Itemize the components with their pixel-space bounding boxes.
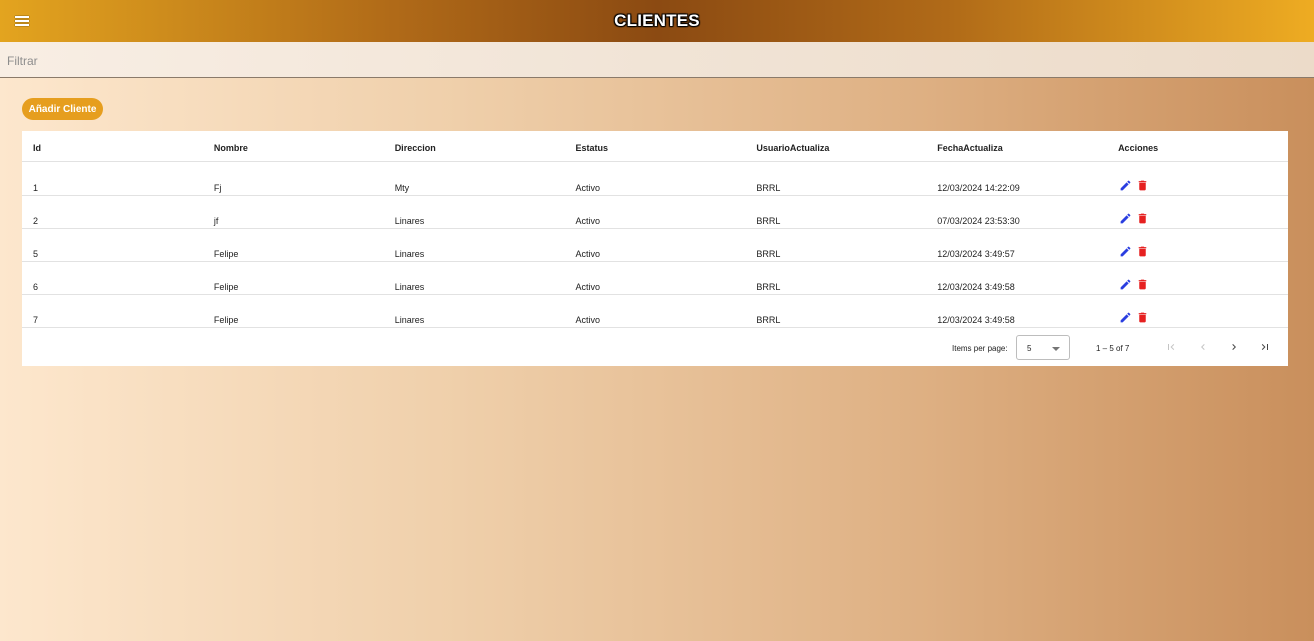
edit-icon[interactable]	[1118, 244, 1132, 258]
clients-table: Id Nombre Direccion Estatus UsuarioActua…	[22, 131, 1288, 328]
cell-id: 6	[22, 261, 203, 295]
filter-input[interactable]	[0, 42, 1314, 79]
delete-icon[interactable]	[1135, 178, 1149, 192]
page-range-label: 1 – 5 of 7	[1096, 344, 1130, 353]
column-header-nombre[interactable]: Nombre	[202, 131, 384, 162]
cell-nombre: jf	[202, 195, 384, 229]
page-size-select[interactable]: 5	[1016, 335, 1070, 360]
column-header-usuario[interactable]: UsuarioActualiza	[745, 131, 927, 162]
delete-icon[interactable]	[1135, 310, 1149, 324]
cell-id: 1	[22, 161, 203, 196]
cell-nombre: Fj	[202, 161, 384, 196]
table-row: 6 Felipe Linares Activo BRRL 12/03/2024 3:49:…	[22, 261, 1288, 295]
table-row: 7 Felipe Linares Activo BRRL 12/03/2024 3:49:…	[22, 294, 1288, 328]
edit-icon[interactable]	[1118, 211, 1132, 225]
last-page-icon[interactable]	[1256, 338, 1274, 356]
delete-icon[interactable]	[1135, 244, 1149, 258]
paginator: Items per page: 5 1 – 5 of 7	[22, 332, 1288, 362]
column-header-estatus[interactable]: Estatus	[564, 131, 746, 162]
table-row: 1 Fj Mty Activo BRRL 12/03/2024 14:22:09	[22, 161, 1288, 196]
cell-estatus: Activo	[564, 228, 746, 262]
clients-table-card: Id Nombre Direccion Estatus UsuarioActua…	[22, 131, 1288, 366]
cell-fecha: 07/03/2024 23:53:30	[926, 195, 1108, 229]
cell-usuario: BRRL	[745, 294, 927, 328]
cell-acciones	[1107, 261, 1288, 295]
app-header: CLIENTES	[0, 0, 1314, 42]
cell-estatus: Activo	[564, 161, 746, 196]
column-header-fecha[interactable]: FechaActualiza	[926, 131, 1108, 162]
cell-direccion: Linares	[383, 228, 565, 262]
cell-acciones	[1107, 161, 1288, 196]
page-size-value: 5	[1027, 344, 1032, 353]
cell-usuario: BRRL	[745, 195, 927, 229]
cell-id: 5	[22, 228, 203, 262]
cell-usuario: BRRL	[745, 261, 927, 295]
edit-icon[interactable]	[1118, 310, 1132, 324]
previous-page-icon[interactable]	[1194, 338, 1212, 356]
first-page-icon[interactable]	[1162, 338, 1180, 356]
edit-icon[interactable]	[1118, 277, 1132, 291]
cell-fecha: 12/03/2024 3:49:57	[926, 228, 1108, 262]
cell-id: 2	[22, 195, 203, 229]
edit-icon[interactable]	[1118, 178, 1132, 192]
cell-nombre: Felipe	[202, 261, 384, 295]
delete-icon[interactable]	[1135, 277, 1149, 291]
cell-direccion: Linares	[383, 195, 565, 229]
add-client-button[interactable]: Añadir Cliente	[22, 98, 103, 120]
table-row: 5 Felipe Linares Activo BRRL 12/03/2024 3:49:…	[22, 228, 1288, 262]
delete-icon[interactable]	[1135, 211, 1149, 225]
cell-direccion: Linares	[383, 294, 565, 328]
cell-fecha: 12/03/2024 14:22:09	[926, 161, 1108, 196]
column-header-direccion[interactable]: Direccion	[383, 131, 565, 162]
cell-usuario: BRRL	[745, 228, 927, 262]
items-per-page-label: Items per page:	[952, 344, 1008, 353]
cell-estatus: Activo	[564, 195, 746, 229]
cell-acciones	[1107, 195, 1288, 229]
dropdown-arrow-icon	[1052, 347, 1060, 351]
column-header-id[interactable]: Id	[22, 131, 203, 162]
page-title: CLIENTES	[614, 11, 700, 30]
cell-estatus: Activo	[564, 294, 746, 328]
cell-fecha: 12/03/2024 3:49:58	[926, 294, 1108, 328]
cell-direccion: Mty	[383, 161, 565, 196]
cell-acciones	[1107, 294, 1288, 328]
table-row: 2 jf Linares Activo BRRL 07/03/2024 23:53:30	[22, 195, 1288, 229]
column-header-acciones: Acciones	[1107, 131, 1288, 162]
menu-icon[interactable]	[12, 12, 32, 30]
filter-field	[0, 42, 1314, 79]
cell-nombre: Felipe	[202, 228, 384, 262]
cell-nombre: Felipe	[202, 294, 384, 328]
cell-acciones	[1107, 228, 1288, 262]
cell-id: 7	[22, 294, 203, 328]
cell-usuario: BRRL	[745, 161, 927, 196]
next-page-icon[interactable]	[1225, 338, 1243, 356]
cell-direccion: Linares	[383, 261, 565, 295]
table-header-row: Id Nombre Direccion Estatus UsuarioActua…	[22, 131, 1288, 162]
cell-fecha: 12/03/2024 3:49:58	[926, 261, 1108, 295]
cell-estatus: Activo	[564, 261, 746, 295]
